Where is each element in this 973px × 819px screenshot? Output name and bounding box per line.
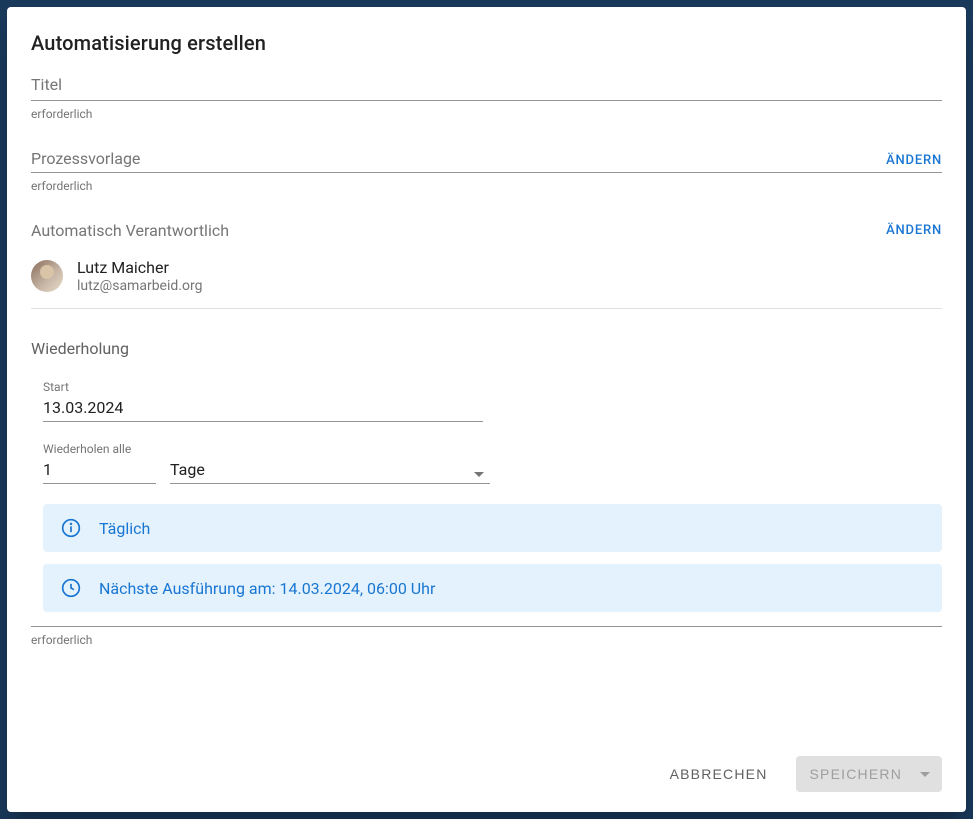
start-input[interactable]: 13.03.2024 <box>43 398 483 422</box>
dialog-header: Automatisierung erstellen <box>7 7 966 55</box>
process-template-row: Prozessvorlage ÄNDERN <box>31 149 942 173</box>
frequency-banner: Täglich <box>43 504 942 552</box>
title-helper: erforderlich <box>31 107 942 121</box>
person-email: lutz@samarbeid.org <box>77 278 202 294</box>
start-value: 13.03.2024 <box>43 398 123 417</box>
save-button[interactable]: SPEICHERN <box>796 756 916 792</box>
save-button-group: SPEICHERN <box>796 756 942 792</box>
chevron-down-icon <box>920 772 930 777</box>
avatar <box>31 260 63 292</box>
repeat-label: Wiederholung <box>31 339 942 358</box>
repeat-helper: erforderlich <box>31 633 942 647</box>
responsible-header: Automatisch Verantwortlich ÄNDERN <box>31 221 942 240</box>
interval-field: Wiederholen alle 1 Tage <box>43 442 942 484</box>
responsible-change-link[interactable]: ÄNDERN <box>886 223 942 238</box>
info-icon <box>61 518 81 538</box>
start-field: Start 13.03.2024 <box>43 380 483 422</box>
repeat-divider <box>31 626 942 627</box>
person-info: Lutz Maicher lutz@samarbeid.org <box>77 258 202 294</box>
responsible-label: Automatisch Verantwortlich <box>31 221 229 240</box>
responsible-person: Lutz Maicher lutz@samarbeid.org <box>31 258 942 294</box>
start-label: Start <box>43 380 483 394</box>
dialog-body: Titel erforderlich Prozessvorlage ÄNDERN… <box>7 55 966 742</box>
interval-label: Wiederholen alle <box>43 442 942 456</box>
next-run-text: Nächste Ausführung am: 14.03.2024, 06:00… <box>99 579 435 598</box>
interval-number-input[interactable]: 1 <box>43 460 156 484</box>
chevron-down-icon <box>474 472 484 477</box>
interval-number-value: 1 <box>43 460 52 479</box>
process-template-label: Prozessvorlage <box>31 149 140 168</box>
repeat-section: Wiederholung Start 13.03.2024 Wiederhole… <box>31 339 942 647</box>
cancel-button[interactable]: ABBRECHEN <box>658 758 780 790</box>
interval-unit-value: Tage <box>170 460 205 479</box>
responsible-field: Automatisch Verantwortlich ÄNDERN Lutz M… <box>31 221 942 309</box>
dialog-actions: ABBRECHEN SPEICHERN <box>7 742 966 812</box>
next-run-banner: Nächste Ausführung am: 14.03.2024, 06:00… <box>43 564 942 612</box>
create-automation-dialog: Automatisierung erstellen Titel erforder… <box>7 7 966 812</box>
title-label: Titel <box>31 75 62 94</box>
process-template-change-link[interactable]: ÄNDERN <box>886 153 942 168</box>
process-template-field: Prozessvorlage ÄNDERN erforderlich <box>31 149 942 193</box>
save-dropdown-button[interactable] <box>916 756 942 792</box>
frequency-text: Täglich <box>99 519 150 538</box>
dialog-title: Automatisierung erstellen <box>31 31 942 55</box>
interval-row: 1 Tage <box>43 460 942 484</box>
person-name: Lutz Maicher <box>77 258 202 277</box>
title-field: Titel erforderlich <box>31 75 942 121</box>
responsible-divider <box>31 308 942 309</box>
interval-unit-select[interactable]: Tage <box>170 460 490 484</box>
clock-icon <box>61 578 81 598</box>
process-template-helper: erforderlich <box>31 179 942 193</box>
title-input[interactable]: Titel <box>31 75 942 101</box>
